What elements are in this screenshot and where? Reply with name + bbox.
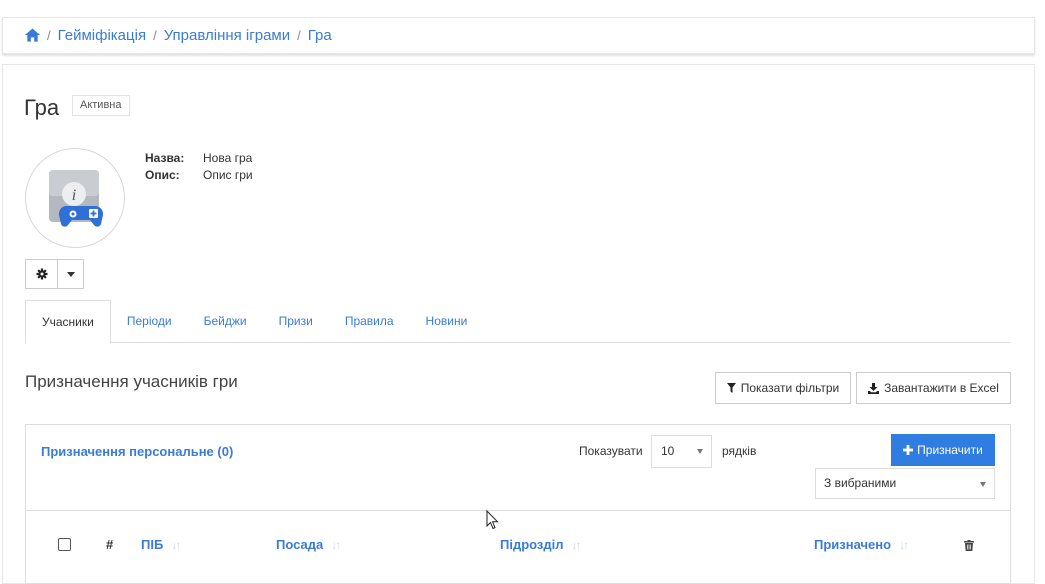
tab-rules[interactable]: Правила [329,300,410,343]
description-label: Опис: [145,168,180,182]
breadcrumb-separator: / [47,28,51,43]
sort-icon: ↓↑ [171,537,181,552]
tab-participants[interactable]: Учасники [25,300,111,344]
game-info: Назва: Нова гра Опис: Опис гри [145,150,253,184]
sort-icon: ↓↑ [571,537,582,552]
avatar: i [25,148,125,248]
info-row-description: Опис: Опис гри [145,167,253,184]
tab-prizes[interactable]: Призи [263,300,329,343]
assign-label: Призначити [917,443,983,457]
breadcrumb-separator: / [153,28,157,43]
game-info-icon: i [49,170,104,227]
show-label: Показувати [579,444,643,458]
sort-icon: ↓↑ [899,537,909,552]
column-header-number: # [106,537,114,552]
mouse-cursor-icon [486,510,499,530]
svg-text:i: i [72,187,76,204]
tab-badges[interactable]: Бейджи [188,300,263,343]
select-all-checkbox[interactable] [58,538,71,551]
column-header-department-label: Підрозділ [500,537,564,552]
settings-button[interactable] [26,260,58,288]
select-arrow-icon [980,482,986,487]
name-value: Нова гра [203,151,253,165]
gear-icon [36,268,47,280]
select-arrow-icon [697,449,703,454]
breadcrumb-separator: / [297,28,301,43]
rows-label: рядків [722,444,757,458]
column-header-position-label: Посада [276,537,324,552]
column-header-assigned[interactable]: Призначено ↓↑ [814,537,909,552]
assign-button[interactable]: Призначити [891,434,995,466]
column-header-name-label: ПІБ [141,537,164,552]
show-filters-button[interactable]: Показати фільтри [715,372,851,404]
info-row-name: Назва: Нова гра [145,150,253,167]
export-excel-label: Завантажити в Excel [884,381,999,395]
name-label: Назва: [145,151,185,165]
tabs: Учасники Періоди Бейджи Призи Правила Но… [25,300,1011,344]
bulk-action-select[interactable]: З вибраними [815,468,995,499]
breadcrumb-game-management[interactable]: Управління іграми [164,27,290,44]
tab-periods[interactable]: Періоди [111,300,188,343]
settings-dropdown[interactable] [25,259,84,289]
show-filters-label: Показати фільтри [740,381,840,395]
breadcrumb: / Гейміфікація / Управління іграми / Гра [25,27,332,44]
page-title: Гра [24,95,60,120]
section-title: Призначення учасників гри [25,372,238,391]
panel-divider [26,510,1010,511]
download-icon [868,382,880,394]
breadcrumb-game[interactable]: Гра [308,27,332,44]
filter-icon [726,383,736,393]
status-badge: Активна [72,95,130,116]
trash-icon[interactable] [964,539,974,554]
plus-icon [903,445,914,455]
description-value: Опис гри [203,168,253,182]
column-header-name[interactable]: ПІБ ↓↑ [141,537,181,552]
caret-down-icon [66,271,75,277]
panel-title: Призначення персональне (0) [41,444,234,459]
column-header-position[interactable]: Посада ↓↑ [276,537,341,552]
settings-caret-button[interactable] [58,260,83,288]
page-length-value: 10 [661,444,675,458]
column-header-assigned-label: Призначено [814,537,892,552]
breadcrumb-gamification[interactable]: Гейміфікація [58,27,146,44]
page-length-select[interactable]: 10 [651,435,712,468]
tab-news[interactable]: Новини [410,300,484,343]
home-icon[interactable] [25,28,40,43]
column-header-department[interactable]: Підрозділ ↓↑ [500,537,582,552]
breadcrumb-bar: / Гейміфікація / Управління іграми / Гра [2,17,1035,54]
export-excel-button[interactable]: Завантажити в Excel [856,372,1011,404]
sort-icon: ↓↑ [331,537,341,552]
bulk-action-value: З вибраними [824,476,897,490]
